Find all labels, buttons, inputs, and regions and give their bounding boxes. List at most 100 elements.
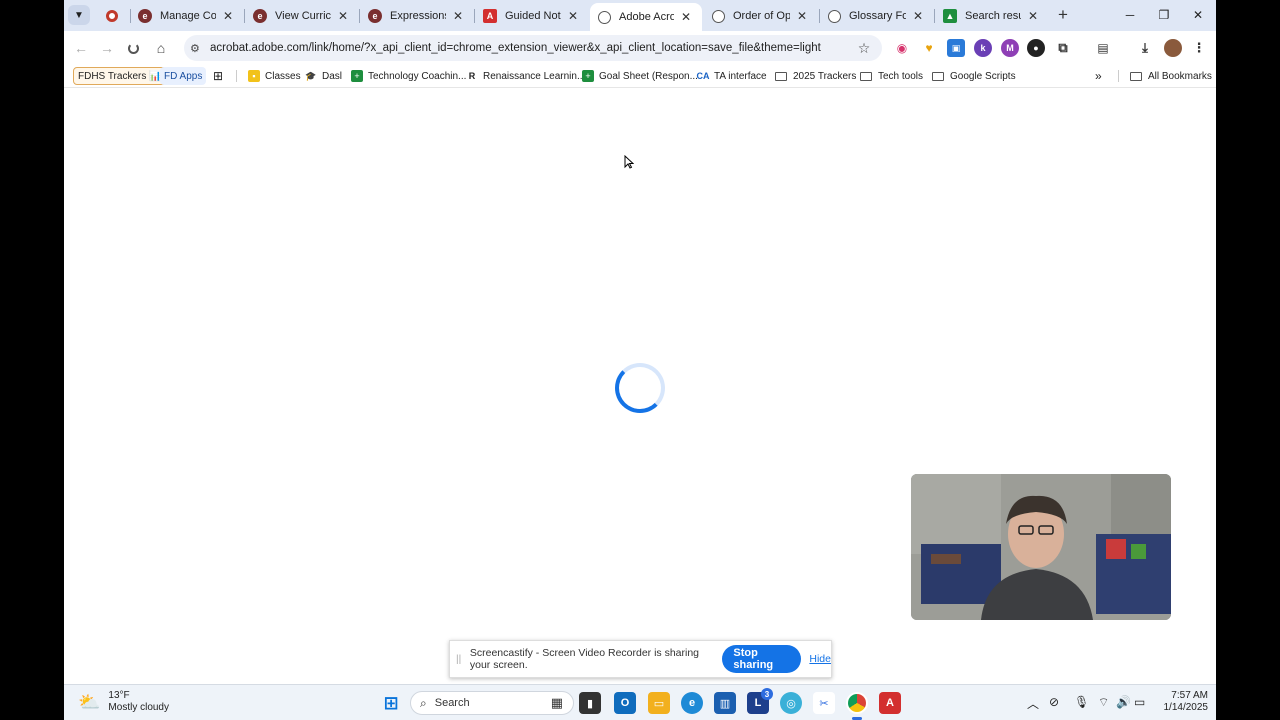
folder-icon [860, 71, 872, 81]
date: 1/14/2025 [1163, 702, 1209, 713]
tab-pinned[interactable] [98, 3, 130, 29]
forward-icon[interactable]: → [96, 37, 118, 59]
tab-search-chevron-icon[interactable]: ▼ [68, 5, 90, 25]
close-icon[interactable]: ✕ [794, 8, 810, 24]
home-icon[interactable]: ⌂ [150, 37, 172, 59]
bookmark-technology-coaching[interactable]: + Technology Coachin... [351, 67, 466, 85]
download-icon[interactable]: ⤓ [1136, 39, 1154, 57]
restore-icon[interactable]: ❐ [1149, 4, 1179, 26]
loading-spinner-icon[interactable] [122, 37, 144, 59]
close-icon[interactable]: ✕ [450, 8, 466, 24]
heart-extension-icon[interactable]: ♥ [920, 39, 938, 57]
tab-manage-courses[interactable]: e Manage Courses ✕ [130, 3, 244, 29]
url-text[interactable]: acrobat.adobe.com/link/home/?x_api_clien… [210, 42, 854, 54]
tab-order-of-operations[interactable]: Order of Opera ✕ [704, 3, 818, 29]
menu-kebab-icon[interactable]: ⋮ [1190, 39, 1208, 57]
weather-desc: Mostly cloudy [108, 702, 169, 713]
e-logo-icon: e [253, 9, 267, 23]
extension-icon[interactable]: ▣ [947, 39, 965, 57]
lexia-icon[interactable]: L 3 [747, 688, 773, 714]
snipping-tool-icon[interactable]: ✂ [813, 692, 835, 714]
file-explorer-icon[interactable]: ▭ [648, 692, 670, 714]
webcam-overlay[interactable] [911, 474, 1171, 620]
extensions-puzzle-icon[interactable]: ⧉ [1054, 39, 1072, 57]
close-window-icon[interactable]: ✕ [1183, 4, 1213, 26]
tab-adobe-acrobat[interactable]: Adobe Acrobat ✕ [590, 3, 702, 31]
renaissance-icon: R [468, 71, 476, 81]
address-bar[interactable]: ⚙ acrobat.adobe.com/link/home/?x_api_cli… [184, 35, 882, 61]
microphone-icon[interactable]: 🎙 [1074, 695, 1089, 709]
kami-extension-icon[interactable]: k [974, 39, 992, 57]
bookmark-goal-sheet[interactable]: + Goal Sheet (Respon... [582, 67, 698, 85]
bookmark-label: Tech tools [878, 70, 924, 82]
tab-title: Search results [965, 10, 1021, 22]
bookmark-label: TA interface [714, 70, 767, 82]
time: 7:57 AM [1171, 690, 1208, 701]
bookmark-label: FD Apps [164, 70, 203, 82]
bookmark-star-icon[interactable]: ☆ [854, 40, 874, 57]
share-message: Screencastify - Screen Video Recorder is… [469, 647, 700, 671]
drag-handle-icon[interactable]: || [456, 654, 468, 665]
close-icon[interactable]: ✕ [565, 8, 581, 24]
bookmark-tech-tools[interactable]: Tech tools [860, 67, 923, 85]
volume-icon[interactable]: 🔊 [1116, 695, 1131, 709]
tab-title: Guided Notes - [505, 10, 561, 22]
edge-icon[interactable]: e [681, 692, 703, 714]
minimize-icon[interactable]: ─ [1115, 4, 1145, 26]
e-logo-icon: e [368, 9, 382, 23]
tab-view-curriculum[interactable]: e View Curriculum ✕ [245, 3, 359, 29]
extension-icon[interactable]: ● [1027, 39, 1045, 57]
screen-share-bar: || Screencastify - Screen Video Recorder… [449, 640, 832, 678]
bookmark-google-scripts[interactable]: Google Scripts [932, 67, 1016, 85]
sync-icon[interactable]: ⊘ [1049, 695, 1059, 709]
app-icon[interactable]: ◎ [780, 692, 802, 714]
tab-search-results[interactable]: ▲ Search results ✕ [935, 3, 1049, 29]
windows-start-icon[interactable]: ⊞ [380, 692, 402, 714]
widget-icon: ▦ [550, 695, 563, 710]
close-icon[interactable]: ✕ [678, 9, 694, 25]
page-content: || Screencastify - Screen Video Recorder… [64, 89, 1216, 684]
reading-list-icon[interactable]: ▤ [1094, 39, 1112, 57]
more-bookmarks-chevron-icon[interactable]: » [1095, 67, 1102, 85]
close-icon[interactable]: ✕ [910, 8, 926, 24]
battery-icon[interactable]: ▭ [1134, 695, 1145, 709]
avatar[interactable] [1164, 39, 1182, 57]
screencastify-extension-icon[interactable]: ◉ [893, 39, 911, 57]
loading-spinner-icon [615, 363, 665, 413]
bookmark-2025-trackers[interactable]: 2025 Trackers [775, 67, 856, 85]
bookmark-dasl[interactable]: 🎓 Dasl [305, 67, 342, 85]
new-tab-button[interactable]: + [1052, 5, 1074, 25]
acrobat-icon[interactable]: A [879, 692, 901, 714]
mouse-cursor-icon [624, 154, 635, 172]
hide-link[interactable]: Hide [809, 653, 831, 665]
weather-widget[interactable]: ⛅ 13°F Mostly cloudy [78, 690, 169, 714]
tab-glossary[interactable]: Glossary For Of ✕ [820, 3, 934, 29]
close-icon[interactable]: ✕ [1025, 8, 1041, 24]
tab-expressions[interactable]: e Expressions: Tu ✕ [360, 3, 474, 29]
bookmark-fdhs-trackers[interactable]: FDHS Trackers 📊 [73, 67, 167, 85]
all-bookmarks[interactable]: All Bookmarks [1130, 67, 1212, 85]
clock[interactable]: 7:57 AM 1/14/2025 [1160, 690, 1209, 714]
bookmark-ta-interface[interactable]: CA TA interface [697, 67, 767, 85]
taskbar-search[interactable]: ⌕ Search ▦ [410, 691, 574, 715]
outlook-icon[interactable]: O [614, 692, 636, 714]
bookmark-renaissance[interactable]: R Renaissance Learnin... [466, 67, 586, 85]
bookmark-fd-apps[interactable]: FD Apps [160, 67, 207, 85]
drive-icon: ▲ [943, 9, 957, 23]
back-icon[interactable]: ← [70, 37, 92, 59]
m-extension-icon[interactable]: M [1001, 39, 1019, 57]
bookmark-label: FDHS Trackers 📊 [78, 70, 162, 82]
close-icon[interactable]: ✕ [220, 8, 236, 24]
site-info-icon[interactable]: ⚙ [190, 42, 208, 55]
wifi-icon[interactable]: ⌔ [1098, 695, 1109, 710]
stop-sharing-button[interactable]: Stop sharing [722, 645, 802, 673]
bookmark-classes[interactable]: ▪ Classes [248, 67, 301, 85]
store-icon[interactable]: ▥ [714, 692, 736, 714]
tab-guided-notes[interactable]: A Guided Notes - ✕ [475, 3, 589, 29]
show-hidden-icons-chevron-icon[interactable]: ︿ [1027, 695, 1039, 712]
close-icon[interactable]: ✕ [335, 8, 351, 24]
task-view-icon[interactable]: ▮ [579, 692, 601, 714]
tab-strip: ▼ e Manage Courses ✕ e View Curriculum ✕… [64, 0, 1216, 31]
chrome-icon[interactable] [846, 692, 868, 720]
apps-grid-icon[interactable]: ⊞ [213, 67, 223, 85]
